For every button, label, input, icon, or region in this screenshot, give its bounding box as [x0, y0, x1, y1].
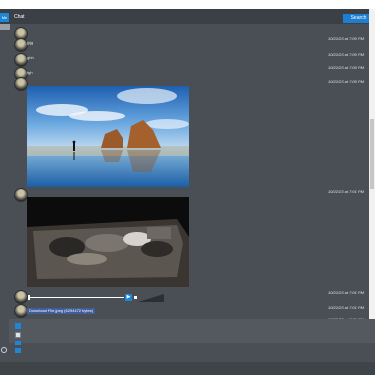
play-icon[interactable]: ▶ — [125, 294, 132, 301]
avatar — [14, 188, 28, 202]
stop-icon[interactable] — [134, 296, 137, 299]
beach-photo-image — [27, 86, 189, 187]
attachment-icon[interactable] — [15, 332, 21, 338]
emoji-icon[interactable] — [15, 348, 21, 353]
avatar — [14, 290, 28, 304]
scrollbar[interactable] — [369, 9, 375, 319]
audio-seek-handle[interactable] — [28, 295, 30, 300]
message-time: 10/22/23 at 7:00 PM — [327, 65, 364, 70]
message-text: fgh — [27, 70, 33, 75]
image-icon[interactable] — [15, 323, 21, 329]
message-time: 10/22/23 at 7:00 PM — [327, 79, 364, 84]
scrollbar-thumb[interactable] — [370, 119, 374, 189]
message-time: 10/22/23 at 7:01 PM — [327, 290, 364, 295]
download-link[interactable]: Download File.jpeg (6294472 bytes) — [27, 308, 96, 314]
avatar — [14, 53, 28, 67]
title-bar — [0, 0, 375, 9]
message-time: 10/22/23 at 7:01 PM — [327, 305, 364, 310]
audio-player[interactable]: ▶ — [28, 294, 164, 302]
message-time: 10/22/23 at 7:00 PM — [327, 36, 364, 41]
tab-me[interactable]: Me — [0, 13, 9, 22]
avatar — [14, 38, 28, 52]
status-bar — [0, 362, 375, 375]
avatar — [14, 77, 28, 91]
avatar — [14, 304, 28, 318]
message-time: 10/22/23 at 7:00 PM — [327, 52, 364, 57]
message-text: ghh — [27, 55, 34, 60]
tab-chat[interactable]: Chat — [14, 14, 25, 20]
message-input-area[interactable] — [9, 319, 375, 343]
message-time: 10/22/23 at 7:01 PM — [327, 189, 364, 194]
audio-seek-track[interactable] — [28, 297, 124, 298]
send-icon[interactable] — [15, 341, 21, 345]
status-radio[interactable] — [1, 347, 7, 353]
image-attachment-workbench[interactable] — [27, 197, 189, 287]
tab-strip — [0, 9, 375, 24]
image-attachment-beach[interactable] — [27, 86, 189, 187]
volume-slider[interactable] — [138, 294, 164, 302]
workbench-photo-image — [27, 197, 189, 287]
message-text: jpjg — [27, 40, 34, 45]
